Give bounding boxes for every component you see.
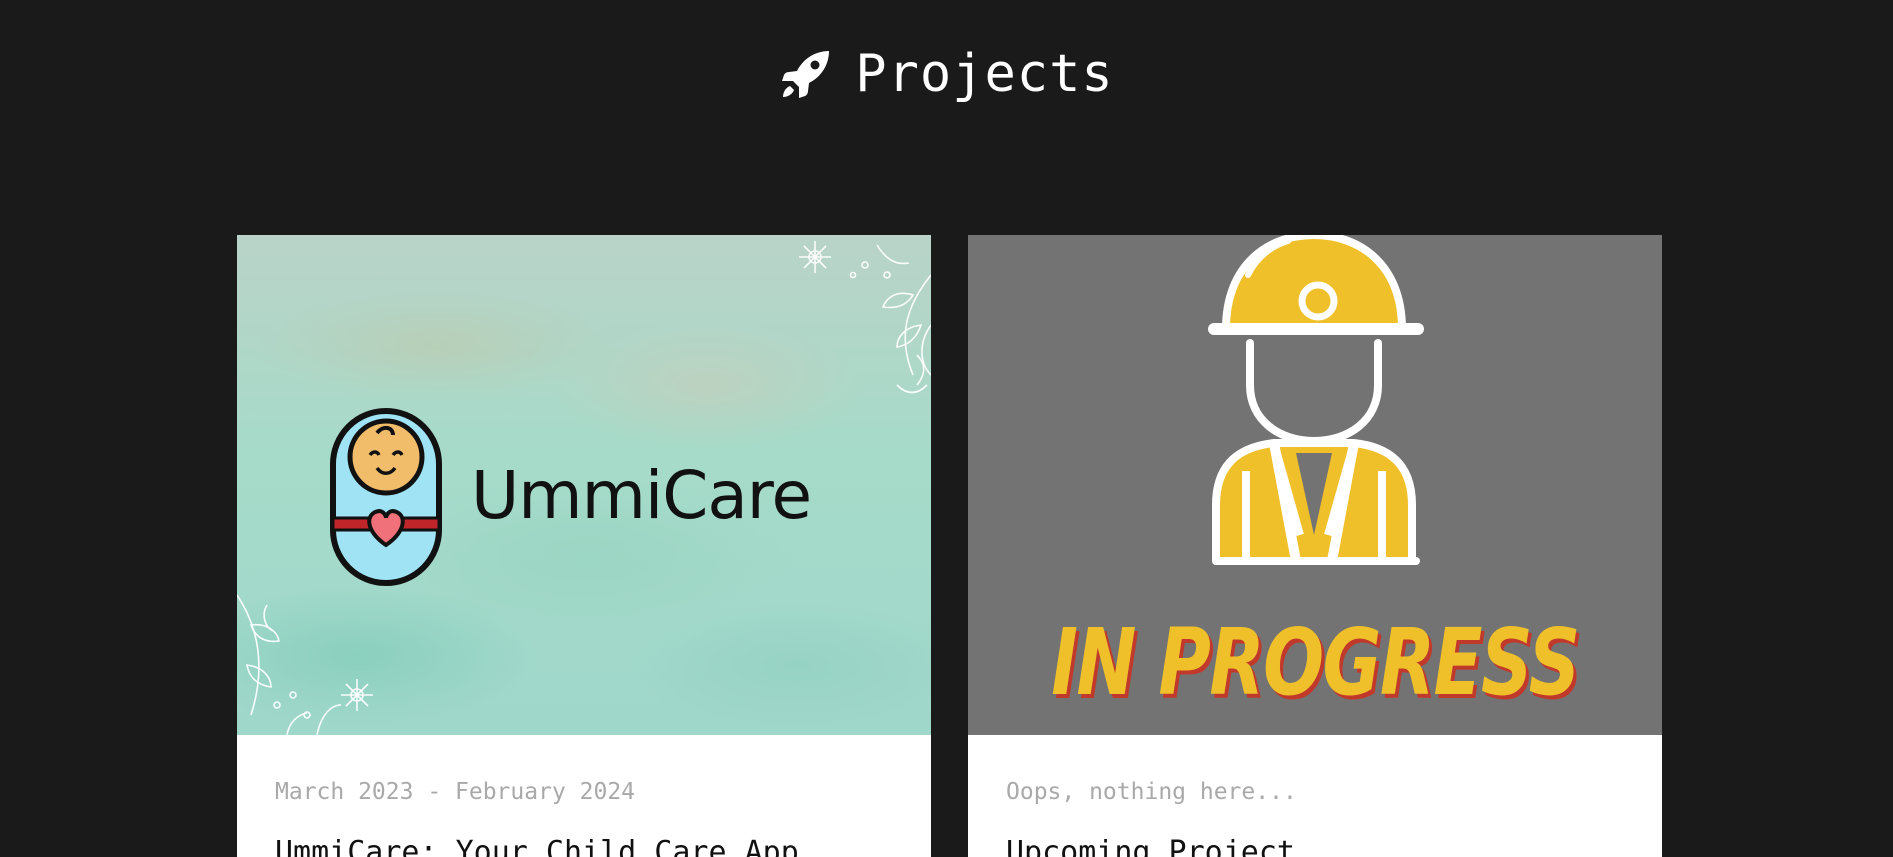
project-date: Oops, nothing here... <box>1006 779 1297 805</box>
section-header: Projects <box>0 36 1893 112</box>
rocket-icon <box>782 51 830 98</box>
project-title[interactable]: UmmiCare: Your Child Care App <box>275 835 799 857</box>
project-image[interactable]: IN PROGRESS <box>968 235 1662 735</box>
project-title[interactable]: Upcoming Project <box>1006 835 1295 857</box>
project-image[interactable]: UmmiCare <box>237 235 931 735</box>
project-card-ummicare[interactable]: UmmiCare March 2023 - February 2024 Ummi… <box>237 235 931 857</box>
in-progress-banner: IN PROGRESS <box>1051 609 1580 716</box>
project-card-upcoming[interactable]: IN PROGRESS Oops, nothing here... Upcomi… <box>968 235 1662 857</box>
section-title: Projects <box>855 44 1114 104</box>
project-date: March 2023 - February 2024 <box>275 779 636 805</box>
ummicare-logo-text: UmmiCare <box>471 457 812 534</box>
